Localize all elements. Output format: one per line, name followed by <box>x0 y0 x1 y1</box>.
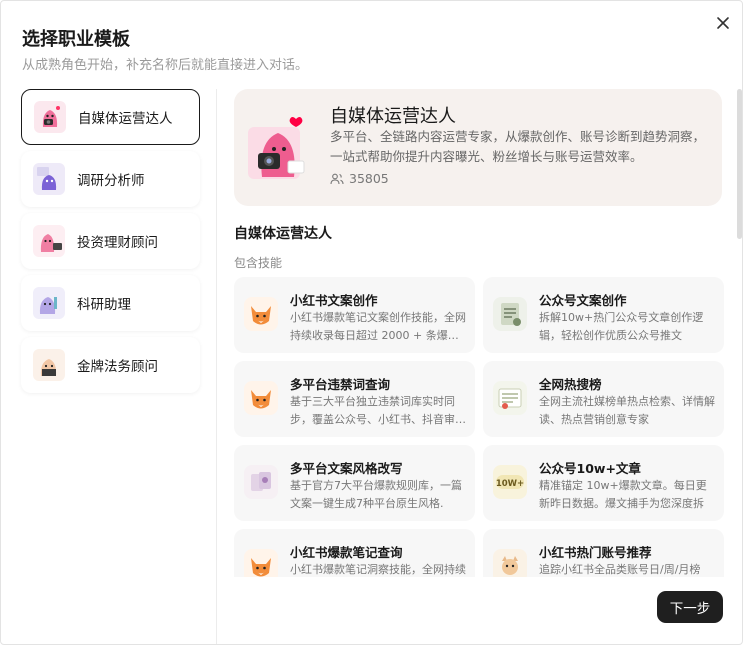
skill-description: 基于三大平台独立违禁词库实时同步，覆盖公众号、小红书、抖音审… <box>290 395 466 426</box>
skill-card[interactable]: 全网热搜榜 全网主流社媒榜单热点检索、详情解读、热点营销创意专家 <box>483 361 724 437</box>
close-icon[interactable] <box>713 13 733 33</box>
skill-description: 小红书爆款笔记文案创作技能，全网持续收录每日超过 2000 + 条爆… <box>290 311 466 342</box>
10w-icon: 10W+ <box>493 465 527 499</box>
role-name: 自媒体运营达人 <box>330 106 456 127</box>
skill-card[interactable]: 小红书爆款笔记查询 小红书爆款笔记洞察技能，全网持续收录每日超过 2000 + … <box>234 529 475 577</box>
role-sidebar: 自媒体运营达人 调研分析师 投资理财顾问 科研助理 金牌法务顾问 <box>21 89 201 399</box>
skill-card[interactable]: 公众号文案创作 拆解10w+热门公众号文章创作逻辑，轻松创作优质公众号推文 <box>483 277 724 353</box>
users-icon <box>330 173 344 184</box>
lavender-researcher-avatar <box>33 287 65 319</box>
skill-description: 基于官方7大平台爆款规则库，一篇文案一键生成7种平台原生风格. <box>290 479 462 510</box>
skill-name: 全网热搜榜 <box>539 377 602 392</box>
fox-icon <box>244 297 278 331</box>
role-description: 多平台、全链路内容运营专家，从爆款创作、账号诊断到趋势洞察，一站式帮助你提升内容… <box>330 129 706 164</box>
sidebar-item-label: 投资理财顾问 <box>77 235 158 251</box>
sidebar-item-research-analyst[interactable]: 调研分析师 <box>21 151 200 207</box>
skill-name: 多平台违禁词查询 <box>290 377 391 392</box>
skill-card[interactable]: 多平台文案风格改写 基于官方7大平台爆款规则库，一篇文案一键生成7种平台原生风格… <box>234 445 475 521</box>
skills-grid: 小红书文案创作 小红书爆款笔记文案创作技能，全网持续收录每日超过 2000 + … <box>234 277 724 577</box>
skill-name: 小红书爆款笔记查询 <box>290 545 403 560</box>
column-divider <box>216 89 217 644</box>
lawyer-avatar <box>33 349 65 381</box>
skill-description: 全网主流社媒榜单热点检索、详情解读、热点营销创意专家 <box>539 395 715 426</box>
skill-name: 小红书文案创作 <box>290 293 378 308</box>
user-count: 35805 <box>330 171 389 186</box>
sidebar-item-label: 自媒体运营达人 <box>78 111 173 127</box>
skill-card[interactable]: 多平台违禁词查询 基于三大平台独立违禁词库实时同步，覆盖公众号、小红书、抖音审… <box>234 361 475 437</box>
section-subtitle: 包含技能 <box>234 256 283 270</box>
skill-name: 多平台文案风格改写 <box>290 461 403 476</box>
sidebar-item-investment-advisor[interactable]: 投资理财顾问 <box>21 213 200 269</box>
pink-investor-avatar <box>33 225 65 257</box>
skill-card[interactable]: 小红书文案创作 小红书爆款笔记文案创作技能，全网持续收录每日超过 2000 + … <box>234 277 475 353</box>
skill-name: 小红书热门账号推荐 <box>539 545 652 560</box>
fox-icon <box>244 381 278 415</box>
user-count-value: 35805 <box>349 171 389 186</box>
cat-account-icon <box>493 549 527 577</box>
skill-description: 拆解10w+热门公众号文章创作逻辑，轻松创作优质公众号推文 <box>539 311 704 342</box>
fox-icon <box>244 549 278 577</box>
rewrite-icon <box>244 465 278 499</box>
dialog-title: 选择职业模板 <box>22 29 130 50</box>
skill-card[interactable]: 10W+ 公众号10w+文章 精准锚定 10w+爆款文章。每日更新昨日数据。爆文… <box>483 445 724 521</box>
svg-text:10W+: 10W+ <box>496 479 524 489</box>
hot-list-icon <box>493 381 527 415</box>
pink-character-avatar <box>34 101 66 133</box>
sidebar-item-media-operator[interactable]: 自媒体运营达人 <box>21 89 200 145</box>
skill-description: 精准锚定 10w+爆款文章。每日更新昨日数据。爆文捕手为您深度拆解… <box>539 479 707 510</box>
sidebar-item-label: 金牌法务顾问 <box>77 359 158 375</box>
dialog-subtitle: 从成熟角色开始，补充名称后就能直接进入对话。 <box>22 58 309 73</box>
skill-name: 公众号10w+文章 <box>539 461 641 476</box>
purple-character-avatar <box>33 163 65 195</box>
sidebar-item-legal-advisor[interactable]: 金牌法务顾问 <box>21 337 200 393</box>
template-dialog: 选择职业模板 从成熟角色开始，补充名称后就能直接进入对话。 自媒体运营达人 调研… <box>0 0 743 645</box>
content-scrollbar[interactable] <box>737 89 742 239</box>
skill-description: 小红书爆款笔记洞察技能，全网持续收录每日超过 2000 + 条爆… <box>290 563 466 576</box>
sidebar-item-label: 调研分析师 <box>77 173 145 189</box>
skill-card[interactable]: 小红书热门账号推荐 追踪小红书全品类账号日/周/月榜 <box>483 529 724 577</box>
sidebar-item-research-assistant[interactable]: 科研助理 <box>21 275 200 331</box>
section-title: 自媒体运营达人 <box>234 226 332 242</box>
next-step-button[interactable]: 下一步 <box>657 591 723 623</box>
role-hero-card: 自媒体运营达人 多平台、全链路内容运营专家，从爆款创作、账号诊断到趋势洞察，一站… <box>234 89 722 206</box>
skill-name: 公众号文案创作 <box>539 293 627 308</box>
sidebar-item-label: 科研助理 <box>77 297 131 313</box>
pink-character-illustration <box>248 113 312 185</box>
skill-description: 追踪小红书全品类账号日/周/月榜 <box>539 563 701 576</box>
wechat-article-icon <box>493 297 527 331</box>
